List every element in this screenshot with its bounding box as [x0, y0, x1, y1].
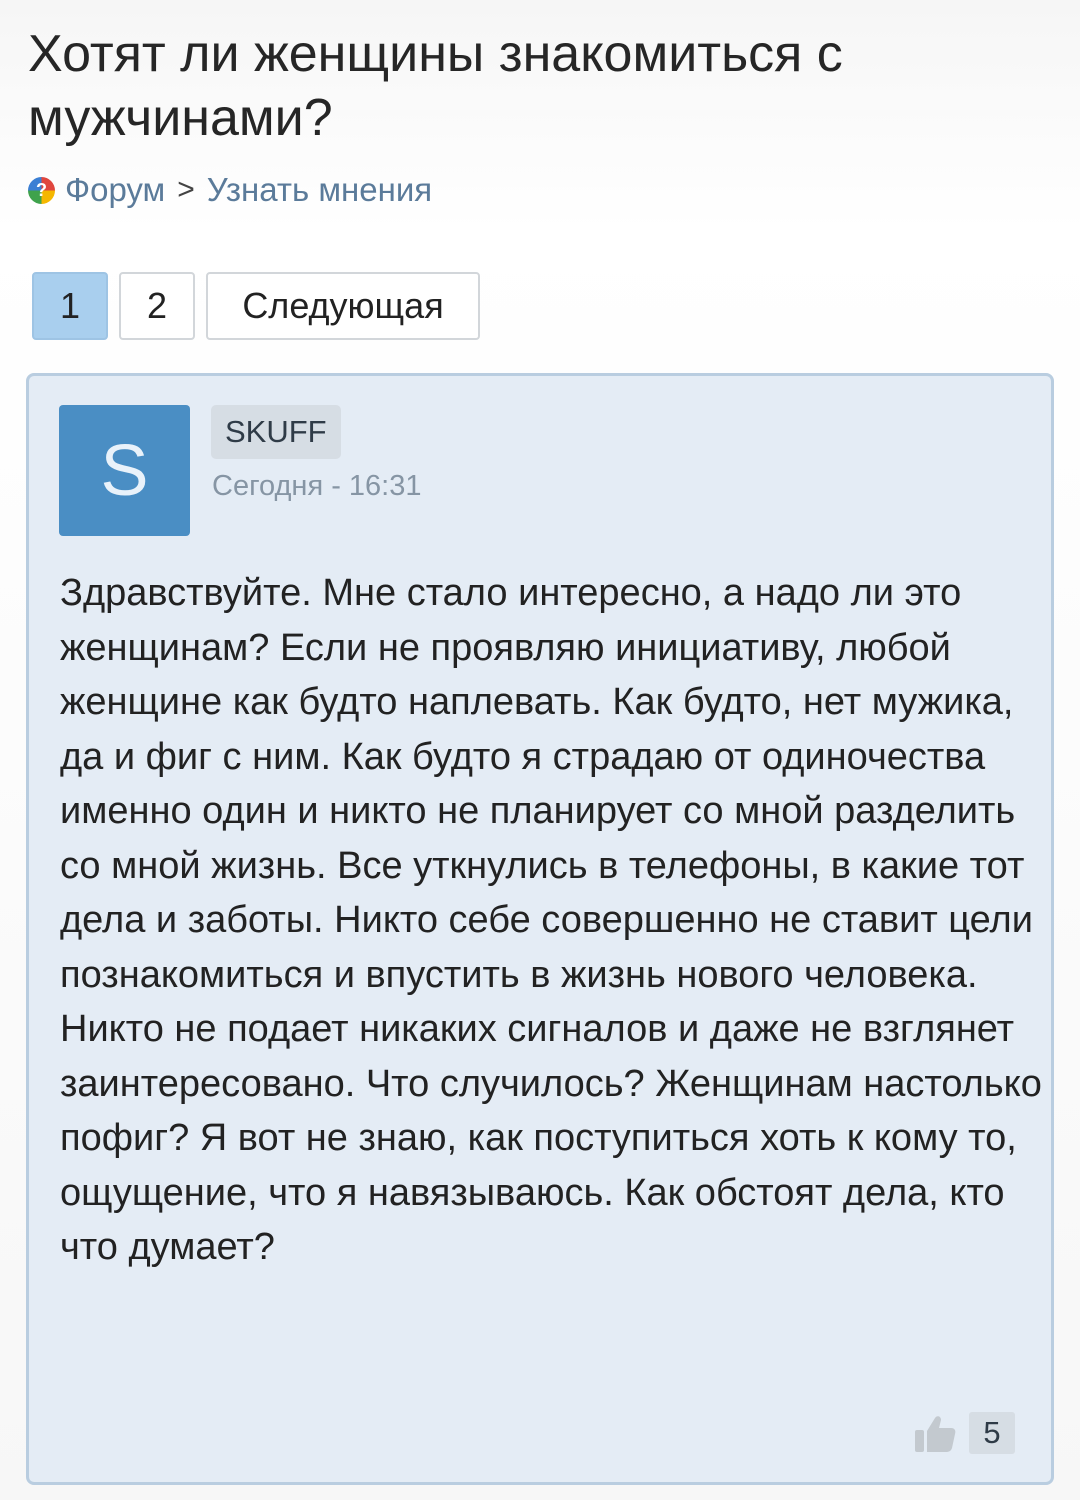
pagination: 1 2 Следующая	[32, 272, 480, 340]
post-card: S SKUFF Сегодня - 16:31 Здравствуйте. Мн…	[26, 373, 1054, 1485]
page: Хотят ли женщины знакомиться с мужчинами…	[0, 0, 1080, 1500]
breadcrumb-section-link[interactable]: Узнать мнения	[207, 171, 432, 209]
breadcrumb-forum-link[interactable]: Форум	[65, 171, 165, 209]
post-text: Здравствуйте. Мне стало интересно, а над…	[60, 572, 1042, 1268]
page-2-button[interactable]: 2	[119, 272, 195, 340]
avatar[interactable]: S	[59, 405, 190, 536]
like-count: 5	[969, 1412, 1015, 1454]
question-globe-icon: ?	[28, 176, 55, 204]
author-name[interactable]: SKUFF	[211, 405, 341, 459]
page-title: Хотят ли женщины знакомиться с мужчинами…	[28, 25, 843, 147]
like-control: 5	[913, 1412, 1015, 1454]
breadcrumb: ? Форум > Узнать мнения	[28, 168, 432, 212]
breadcrumb-separator: >	[177, 173, 195, 206]
post-timestamp: Сегодня - 16:31	[212, 470, 422, 502]
next-page-button[interactable]: Следующая	[206, 272, 480, 340]
page-1-button[interactable]: 1	[32, 272, 108, 340]
question-mark-glyph: ?	[36, 180, 47, 200]
thumbs-up-icon[interactable]	[913, 1412, 957, 1454]
